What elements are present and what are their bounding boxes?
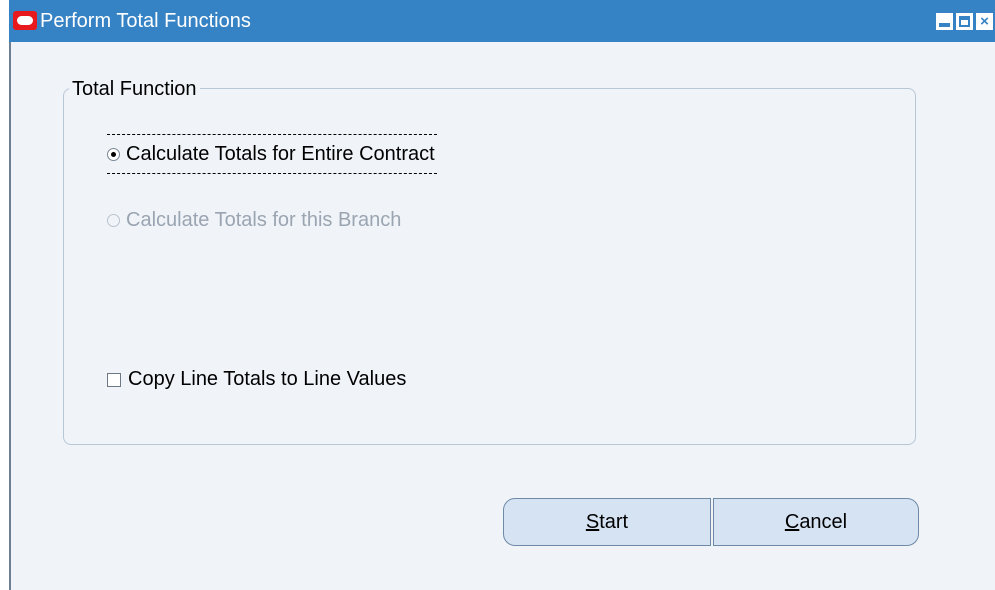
cancel-label: ancel	[799, 510, 848, 533]
checkbox-icon[interactable]	[107, 372, 121, 387]
start-label: tart	[599, 510, 629, 533]
copy-line-totals-checkbox[interactable]: Copy Line Totals to Line Values	[107, 368, 406, 391]
title-bar[interactable]: Perform Total Functions ×	[9, 0, 995, 42]
radio-selected-icon[interactable]	[107, 147, 120, 161]
maximize-icon[interactable]	[956, 13, 973, 30]
checkbox-label: Copy Line Totals to Line Values	[128, 368, 407, 390]
group-label: Total Function	[69, 78, 200, 100]
start-mnemonic: S	[585, 510, 600, 533]
dialog-body: Total Function Calculate Totals for Enti…	[9, 42, 995, 590]
dialog-window: Perform Total Functions × Total Function…	[9, 0, 995, 590]
radio-unselected-icon	[107, 214, 120, 227]
radio-label: Calculate Totals for this Branch	[126, 209, 402, 231]
radio-label: Calculate Totals for Entire Contract	[126, 142, 435, 165]
cancel-button[interactable]: Cancel	[713, 498, 919, 546]
oracle-logo-icon	[13, 11, 37, 30]
minimize-icon[interactable]	[936, 13, 953, 30]
start-button[interactable]: Start	[503, 498, 711, 546]
window-controls: ×	[936, 13, 993, 30]
close-icon[interactable]: ×	[976, 13, 993, 30]
cancel-mnemonic: C	[784, 510, 800, 533]
radio-entire-contract[interactable]: Calculate Totals for Entire Contract	[107, 134, 437, 174]
window-title: Perform Total Functions	[40, 10, 251, 32]
radio-this-branch: Calculate Totals for this Branch	[107, 209, 401, 232]
